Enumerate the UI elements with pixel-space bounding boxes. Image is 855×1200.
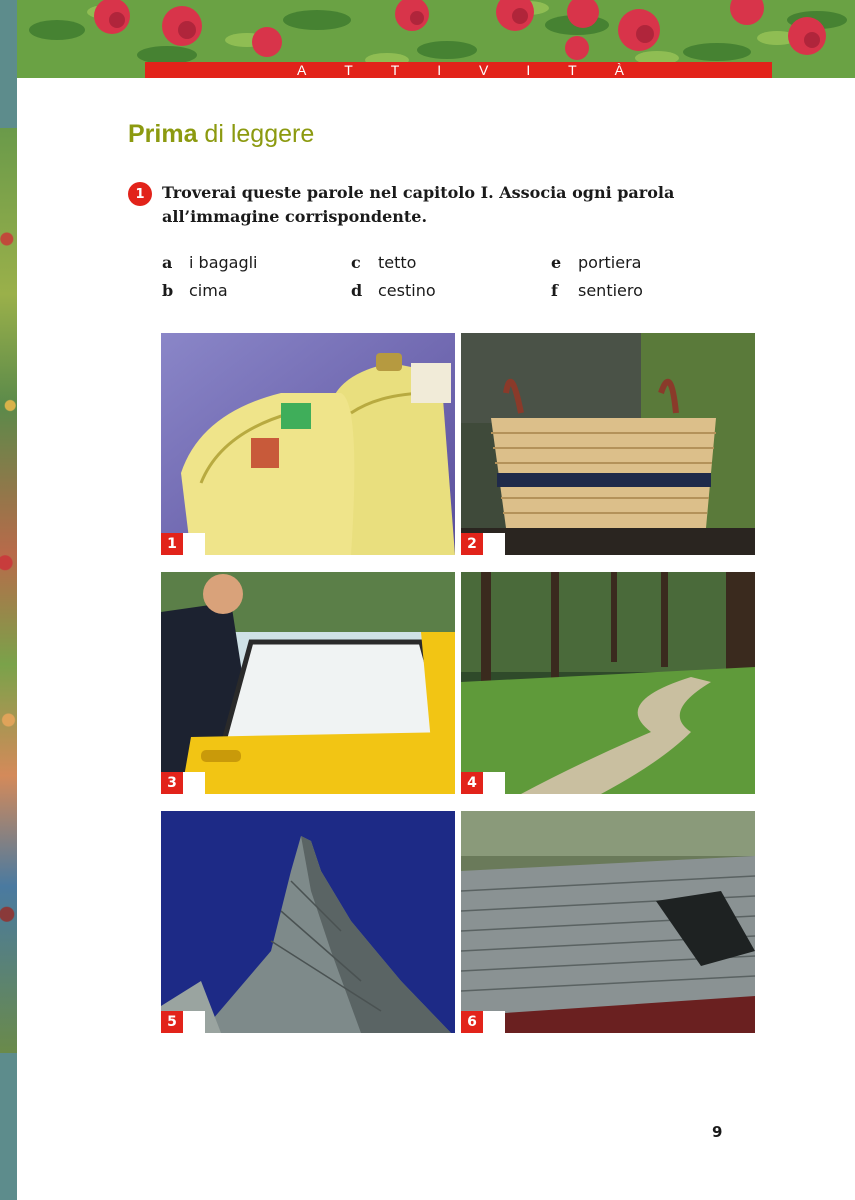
answer-box[interactable] bbox=[183, 1011, 205, 1033]
photo-number-tag: 5 bbox=[161, 1011, 205, 1033]
banner-letter: V bbox=[479, 62, 489, 78]
banner-letter: I bbox=[437, 62, 442, 78]
exercise-number-badge: 1 bbox=[128, 182, 152, 206]
word-text: cestino bbox=[378, 281, 436, 300]
page-number: 9 bbox=[712, 1123, 723, 1141]
answer-box[interactable] bbox=[483, 533, 505, 555]
word-letter: e bbox=[551, 253, 562, 272]
word-list: a i bagagli b cima c tetto d cestino e portie… bbox=[162, 253, 762, 313]
word-item: e portiera bbox=[551, 253, 641, 272]
photo-forest-path: 4 bbox=[461, 572, 755, 794]
banner-letter: A bbox=[297, 62, 307, 78]
word-text: tetto bbox=[378, 253, 417, 272]
answer-box[interactable] bbox=[183, 533, 205, 555]
photo-slate-roof: 6 bbox=[461, 811, 755, 1033]
basket-photo-icon bbox=[461, 333, 755, 555]
header-painting: A T T I V I T À bbox=[17, 0, 855, 78]
section-title-bold: Prima bbox=[128, 120, 198, 148]
word-text: sentiero bbox=[578, 281, 643, 300]
word-letter: b bbox=[162, 281, 174, 300]
photo-number-tag: 4 bbox=[461, 772, 505, 794]
word-item: d cestino bbox=[351, 281, 436, 300]
word-text: i bagagli bbox=[189, 253, 258, 272]
word-text: cima bbox=[189, 281, 228, 300]
word-item: f sentiero bbox=[551, 281, 643, 300]
section-title: Prima di leggere bbox=[128, 120, 314, 149]
photo-number: 2 bbox=[461, 533, 483, 555]
answer-box[interactable] bbox=[183, 772, 205, 794]
photo-suitcases: 1 bbox=[161, 333, 455, 555]
photo-basket: 2 bbox=[461, 333, 755, 555]
word-item: c tetto bbox=[351, 253, 416, 272]
banner-letter: À bbox=[614, 62, 624, 78]
word-text: portiera bbox=[578, 253, 642, 272]
word-item: b cima bbox=[162, 281, 228, 300]
photo-mountain-peak: 5 bbox=[161, 811, 455, 1033]
banner-letter: T bbox=[390, 62, 400, 78]
word-letter: c bbox=[351, 253, 361, 272]
photo-number: 5 bbox=[161, 1011, 183, 1033]
banner-letter: T bbox=[568, 62, 577, 78]
photo-number: 1 bbox=[161, 533, 183, 555]
banner-letter: I bbox=[526, 62, 531, 78]
activity-banner: A T T I V I T À bbox=[145, 62, 772, 78]
photo-car-door: 3 bbox=[161, 572, 455, 794]
photo-number: 3 bbox=[161, 772, 183, 794]
banner-letter: T bbox=[344, 62, 353, 78]
word-item: a i bagagli bbox=[162, 253, 258, 272]
photo-number-tag: 2 bbox=[461, 533, 505, 555]
word-letter: d bbox=[351, 281, 363, 300]
suitcases-photo-icon bbox=[161, 333, 455, 555]
mountain-peak-photo-icon bbox=[161, 811, 455, 1033]
word-letter: f bbox=[551, 281, 558, 300]
exercise-instruction: Troverai queste parole nel capitolo I. A… bbox=[162, 183, 675, 226]
photo-number-tag: 6 bbox=[461, 1011, 505, 1033]
section-title-rest: di leggere bbox=[197, 120, 315, 148]
photo-number: 6 bbox=[461, 1011, 483, 1033]
answer-box[interactable] bbox=[483, 772, 505, 794]
photo-number-tag: 1 bbox=[161, 533, 205, 555]
car-door-photo-icon bbox=[161, 572, 455, 794]
slate-roof-photo-icon bbox=[461, 811, 755, 1033]
forest-path-photo-icon bbox=[461, 572, 755, 794]
answer-box[interactable] bbox=[483, 1011, 505, 1033]
left-painting-strip bbox=[0, 128, 17, 1053]
photo-number: 4 bbox=[461, 772, 483, 794]
photo-number-tag: 3 bbox=[161, 772, 205, 794]
word-letter: a bbox=[162, 253, 173, 272]
